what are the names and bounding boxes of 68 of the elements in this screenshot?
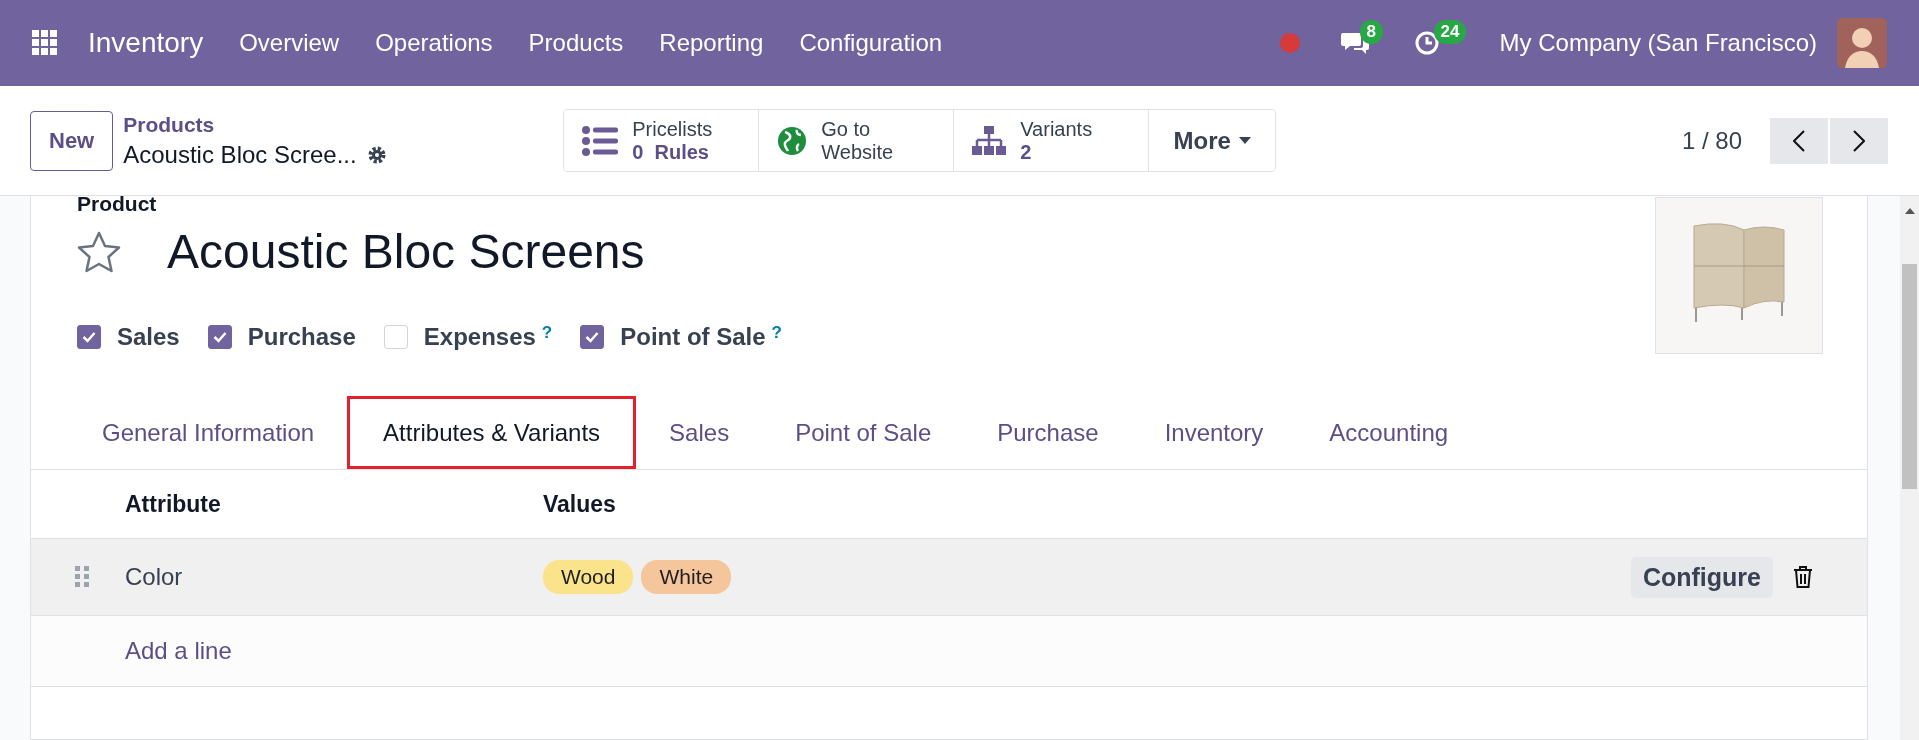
smart-button-label: Go to (821, 117, 871, 141)
previous-button[interactable] (1770, 117, 1828, 164)
tab[interactable]: Sales (636, 396, 763, 469)
record-name: Acoustic Bloc Scree... (123, 140, 357, 169)
status-dot-icon[interactable] (1279, 33, 1300, 53)
company-switcher[interactable]: My Company (San Francisco) (1499, 29, 1817, 57)
tab[interactable]: Purchase (964, 396, 1132, 469)
globe-icon (777, 125, 808, 156)
list-icon (582, 125, 619, 156)
checkbox[interactable] (207, 325, 232, 349)
avatar-icon[interactable] (1837, 18, 1887, 68)
drag-handle-icon[interactable] (75, 566, 89, 588)
chevron-left-icon (1793, 129, 1805, 152)
checkbox[interactable] (77, 325, 101, 349)
column-header[interactable]: Values (543, 490, 1867, 518)
value-tag: Wood (543, 560, 634, 594)
scrollbar-thumb[interactable] (1902, 264, 1917, 489)
new-button[interactable]: New (30, 110, 114, 171)
help-tooltip[interactable]: ? (541, 323, 553, 343)
smart-button-value: 0 Rules (632, 140, 709, 164)
table-cell-text: Color (125, 563, 184, 591)
scrollbar[interactable] (1900, 196, 1919, 740)
checkmark-icon (585, 331, 600, 343)
column-header[interactable]: Attribute (125, 490, 543, 518)
smart-button-label: Variants (1020, 117, 1093, 141)
checkbox[interactable] (580, 325, 605, 349)
smart-button-label: Pricelists (632, 117, 713, 141)
tab[interactable]: Attributes & Variants (347, 396, 637, 469)
tab[interactable]: Accounting (1296, 396, 1482, 469)
tab[interactable]: General Information (69, 396, 348, 469)
menu-item[interactable]: Overview (239, 29, 340, 57)
chevron-right-icon (1853, 129, 1865, 152)
add-line-link[interactable]: Add a line (125, 637, 232, 665)
checkbox-label: Point of Sale (620, 323, 766, 351)
menu-item[interactable]: Configuration (799, 29, 943, 57)
notification-badge: 8 (1359, 20, 1384, 44)
product-title[interactable]: Acoustic Bloc Screens (167, 224, 645, 279)
help-tooltip[interactable]: ? (771, 323, 782, 343)
smart-button-value: Website (821, 140, 894, 164)
checkmark-icon (212, 331, 227, 343)
menu-item[interactable]: Operations (375, 29, 493, 57)
gear-icon[interactable] (366, 144, 387, 165)
app-grid-icon[interactable] (32, 30, 58, 56)
checkbox-label: Expenses (423, 323, 536, 351)
trash-icon[interactable] (1793, 565, 1813, 589)
value-tag: White (641, 560, 732, 594)
smart-button[interactable]: Pricelists 0 Rules (564, 110, 760, 171)
app-name[interactable]: Inventory (88, 27, 204, 59)
clock-icon[interactable] (1413, 30, 1440, 56)
scroll-up-icon[interactable] (1904, 208, 1915, 214)
configure-button[interactable]: Configure (1630, 556, 1773, 598)
star-icon[interactable] (77, 230, 121, 273)
checkbox-label: Purchase (247, 323, 356, 351)
checkmark-icon (82, 331, 96, 343)
menu-item[interactable]: Reporting (659, 29, 764, 57)
tab[interactable]: Point of Sale (762, 396, 965, 469)
hierarchy-icon (972, 125, 1007, 156)
next-button[interactable] (1830, 117, 1888, 164)
tab[interactable]: Inventory (1131, 396, 1297, 469)
table-row[interactable]: Color Wood White Configure (31, 539, 1867, 616)
smart-button-value: 2 (1020, 140, 1032, 164)
notification-badge: 24 (1433, 20, 1467, 44)
field-label: Product (77, 192, 158, 216)
breadcrumb-link[interactable]: Products (123, 112, 564, 137)
pager-counter[interactable]: 1 / 80 (1681, 126, 1742, 155)
checkbox-label: Sales (117, 323, 180, 351)
menu-item[interactable]: Products (528, 29, 624, 57)
caret-icon (1238, 136, 1251, 145)
